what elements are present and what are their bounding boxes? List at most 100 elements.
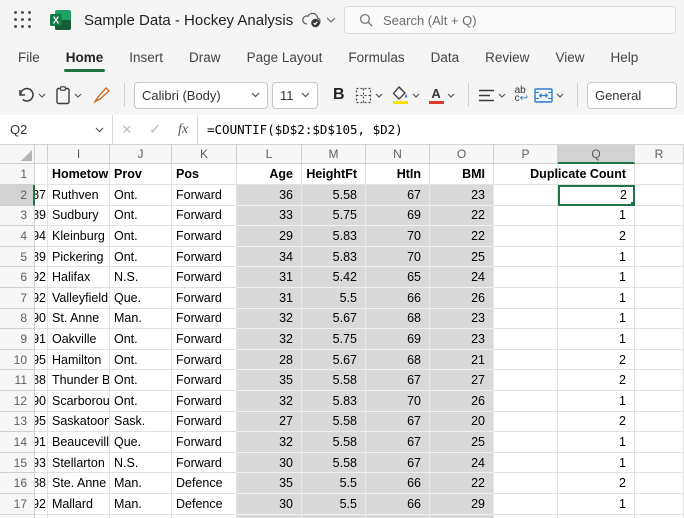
cell[interactable]: 31 [237, 267, 302, 288]
cell[interactable]: Sask. [110, 411, 172, 433]
cell[interactable]: Hometown [48, 164, 110, 185]
cell[interactable]: 70 [366, 246, 430, 268]
cell[interactable]: Mallard [48, 493, 110, 515]
cell[interactable]: 5.58 [302, 411, 366, 433]
cell[interactable]: 1 [558, 287, 635, 309]
cell[interactable]: Defence [172, 473, 237, 494]
cell[interactable]: 68 [366, 308, 430, 330]
cell[interactable]: 70 [366, 390, 430, 412]
cell[interactable]: HtIn [366, 164, 430, 185]
row-header[interactable]: 13 [0, 411, 35, 433]
row-header[interactable] [0, 514, 35, 518]
cell[interactable]: 89 [35, 205, 48, 227]
cell[interactable]: 1 [558, 452, 635, 474]
cell[interactable] [494, 185, 558, 206]
cell[interactable]: Halifax [48, 267, 110, 288]
cell[interactable]: 32 [237, 432, 302, 453]
merge-center-button[interactable] [534, 87, 564, 103]
cell[interactable]: 2 [558, 185, 635, 206]
cell[interactable]: 67 [366, 370, 430, 391]
cell[interactable] [110, 514, 172, 518]
cell[interactable]: 87 [35, 185, 48, 206]
cell[interactable]: Man. [110, 473, 172, 494]
cell[interactable]: 30 [237, 493, 302, 515]
cell[interactable]: 1 [558, 329, 635, 350]
cell[interactable]: 5.75 [302, 329, 366, 350]
cell[interactable]: 24 [430, 452, 494, 474]
cell[interactable] [494, 473, 558, 494]
column-header-N[interactable]: N [366, 145, 430, 164]
cell[interactable]: 93 [35, 452, 48, 474]
number-format-select[interactable]: General [586, 81, 677, 109]
column-header-L[interactable]: L [237, 145, 302, 164]
cell[interactable]: 26 [430, 287, 494, 309]
cell[interactable]: Forward [172, 287, 237, 309]
cell[interactable]: 27 [430, 370, 494, 391]
cell[interactable]: 32 [237, 390, 302, 412]
cancel-entry-icon[interactable]: ✕ [113, 122, 141, 138]
cell[interactable] [635, 370, 684, 391]
cell[interactable]: 26 [430, 390, 494, 412]
cell[interactable]: 66 [366, 473, 430, 494]
cell[interactable]: 95 [35, 411, 48, 433]
row-header[interactable]: 10 [0, 349, 35, 371]
cell[interactable]: 5.83 [302, 246, 366, 268]
cell[interactable]: 1 [558, 493, 635, 515]
cell[interactable]: 1 [558, 308, 635, 330]
cell[interactable]: Forward [172, 246, 237, 268]
cell[interactable]: 29 [237, 226, 302, 247]
cell[interactable]: Ont. [110, 226, 172, 247]
row-header[interactable]: 3 [0, 205, 35, 227]
cell[interactable]: 23 [430, 329, 494, 350]
cell[interactable]: N.S. [110, 267, 172, 288]
cell[interactable] [494, 493, 558, 515]
column-header-O[interactable]: O [430, 145, 494, 164]
cell[interactable]: Ont. [110, 370, 172, 391]
row-header[interactable]: 17 [0, 493, 35, 515]
cell[interactable]: 1 [558, 390, 635, 412]
tab-formulas[interactable]: Formulas [335, 40, 417, 75]
cell[interactable]: Que. [110, 287, 172, 309]
row-header[interactable]: 2 [0, 185, 35, 206]
cell[interactable] [494, 287, 558, 309]
cell[interactable]: Forward [172, 452, 237, 474]
cell[interactable]: 21 [430, 349, 494, 371]
column-header-Q[interactable]: Q [558, 145, 635, 164]
cell[interactable] [635, 411, 684, 433]
cell[interactable] [366, 514, 430, 518]
row-header[interactable]: 16 [0, 473, 35, 494]
cell[interactable]: 90 [35, 308, 48, 330]
cell[interactable] [494, 226, 558, 247]
cell[interactable] [635, 205, 684, 227]
row-header[interactable]: 7 [0, 287, 35, 309]
cell[interactable]: 5.5 [302, 473, 366, 494]
cell[interactable]: Man. [110, 493, 172, 515]
cell[interactable]: Thunder Ba [48, 370, 110, 391]
cell[interactable] [635, 329, 684, 350]
column-header-K[interactable]: K [172, 145, 237, 164]
cell[interactable]: 1 [558, 432, 635, 453]
cell[interactable]: Ont. [110, 349, 172, 371]
cell[interactable]: 5.83 [302, 390, 366, 412]
tab-draw[interactable]: Draw [176, 40, 234, 75]
cell[interactable]: Hamilton [48, 349, 110, 371]
cell[interactable] [635, 287, 684, 309]
cell[interactable]: 23 [430, 185, 494, 206]
cell[interactable]: Forward [172, 226, 237, 247]
cell[interactable] [635, 226, 684, 247]
row-header[interactable]: 14 [0, 432, 35, 453]
cell[interactable]: Age [237, 164, 302, 185]
cell[interactable]: St. Anne [48, 308, 110, 330]
cell[interactable]: 5.58 [302, 185, 366, 206]
cell[interactable]: 70 [366, 226, 430, 247]
cell[interactable] [48, 514, 110, 518]
cell[interactable]: 27 [237, 411, 302, 433]
column-header-R[interactable]: R [635, 145, 684, 164]
cell[interactable]: 92 [35, 287, 48, 309]
cell[interactable]: 22 [430, 473, 494, 494]
cell[interactable]: 88 [35, 473, 48, 494]
cell[interactable]: Forward [172, 370, 237, 391]
cell[interactable]: 67 [366, 185, 430, 206]
cell[interactable]: 28 [237, 349, 302, 371]
font-name-select[interactable]: Calibri (Body) [134, 81, 268, 109]
